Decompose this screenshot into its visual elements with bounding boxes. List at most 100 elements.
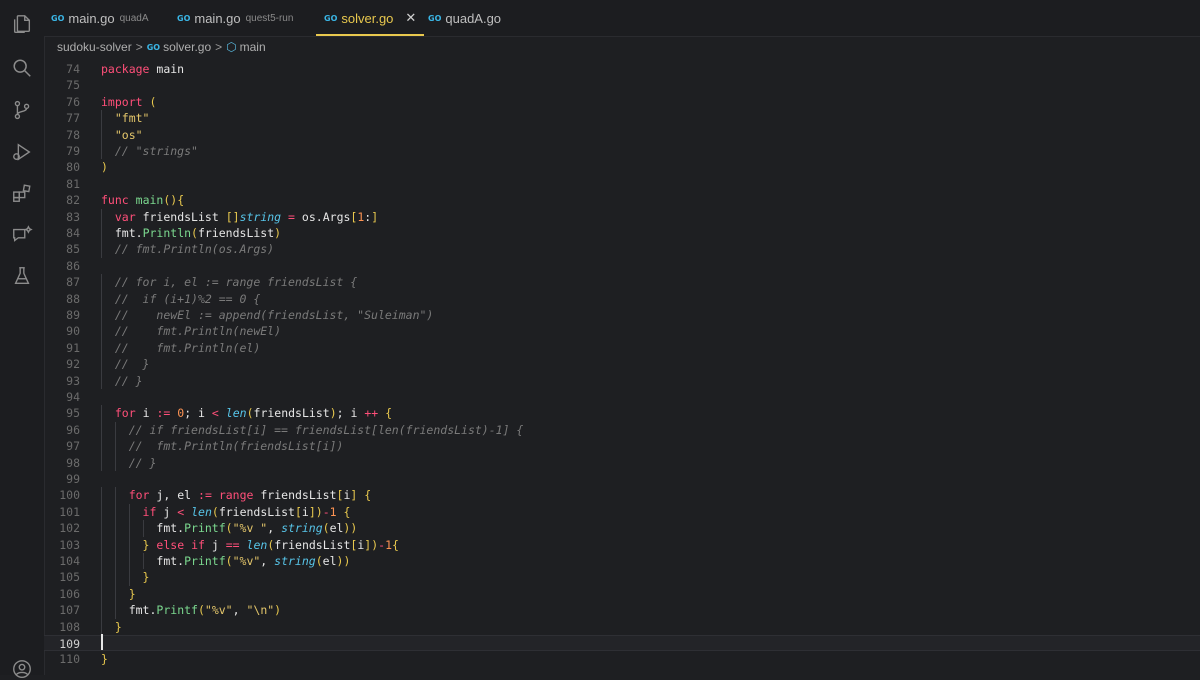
tab-label: main.go — [194, 10, 241, 26]
line-number: 75 — [66, 78, 80, 93]
code-text: if j < len(friendsList[i])-1 { — [142, 504, 351, 519]
code-line[interactable]: 79 // "strings" — [44, 143, 1200, 160]
line-number: 87 — [66, 275, 80, 290]
code-text: // } — [114, 357, 150, 372]
code-line[interactable]: 104 fmt.Printf("%v", string(el)) — [44, 553, 1200, 570]
code-line[interactable]: 87 // for i, el := range friendsList { — [44, 274, 1200, 291]
code-line[interactable]: 101 if j < len(friendsList[i])-1 { — [44, 503, 1200, 521]
code-line[interactable]: 105 } — [44, 569, 1200, 586]
breadcrumb-symbol[interactable]: main — [240, 40, 266, 54]
code-line[interactable]: 97 // fmt.Println(friendsList[i]) — [44, 438, 1200, 455]
tab-main-go-quest5-run[interactable]: GO main.go quest5-run — [177, 0, 293, 36]
line-number: 89 — [66, 308, 80, 322]
code-line[interactable]: 95 for i := 0; i < len(friendsList); i +… — [44, 405, 1200, 422]
tab-label: quadA.go — [445, 10, 502, 26]
code-text: // newEl := append(friendsList, "Suleima… — [114, 308, 434, 322]
code-line[interactable]: 74 package main — [44, 61, 1200, 77]
code-line[interactable]: 81 — [44, 176, 1200, 192]
tab-main-go-quada[interactable]: GO main.go quadA — [51, 0, 149, 36]
code-line[interactable]: 93 // } — [44, 372, 1200, 389]
code-line[interactable]: 84 fmt.Println(friendsList) — [44, 225, 1200, 242]
line-number: 81 — [66, 176, 80, 191]
code-line[interactable]: 88 // if (i+1)%2 == 0 { — [44, 290, 1200, 307]
line-number: 107 — [59, 603, 80, 618]
code-line[interactable]: 106 } — [44, 585, 1200, 603]
search-icon[interactable] — [11, 57, 33, 79]
files-icon[interactable] — [11, 13, 33, 35]
code-text: ) — [101, 160, 108, 175]
code-line[interactable]: 100 for j, el := range friendsList[i] { — [44, 487, 1200, 504]
code-line[interactable]: 109 — [44, 635, 1200, 652]
testing-icon[interactable] — [11, 265, 33, 287]
line-number: 100 — [59, 488, 80, 503]
code-line[interactable]: 89 // newEl := append(friendsList, "Sule… — [44, 307, 1200, 324]
tab-description: quest5-run — [245, 12, 294, 24]
code-line[interactable]: 103 } else if j == len(friendsList[i])-1… — [44, 536, 1200, 553]
run-debug-icon[interactable] — [11, 141, 33, 163]
code-line[interactable]: 76 import ( — [44, 94, 1200, 110]
code-text: // fmt.Println(el) — [114, 340, 261, 355]
line-number: 94 — [66, 390, 80, 404]
code-text: // if friendsList[i] == friendsList[len(… — [128, 422, 524, 437]
tab-quada-go[interactable]: GO quadA.go — [428, 0, 501, 36]
code-line[interactable]: 90 // fmt.Println(newEl) — [44, 323, 1200, 340]
go-file-icon: GO — [428, 13, 442, 23]
symbol-cube-icon: ⬡ — [226, 40, 237, 54]
go-file-icon: GO — [324, 13, 338, 23]
code-line[interactable]: 78 "os" — [44, 126, 1200, 143]
line-number: 98 — [66, 455, 80, 470]
line-number: 92 — [66, 357, 80, 372]
line-number: 102 — [59, 521, 80, 536]
source-control-icon[interactable] — [11, 99, 33, 121]
code-line[interactable]: 82 func main(){ — [44, 192, 1200, 208]
code-line[interactable]: 99 — [44, 471, 1200, 487]
code-line[interactable]: 92 // } — [44, 356, 1200, 373]
line-number: 88 — [66, 291, 80, 306]
code-line[interactable]: 85 // fmt.Println(os.Args) — [44, 241, 1200, 258]
code-text: // "strings" — [114, 144, 198, 158]
line-number: 106 — [59, 586, 80, 601]
code-line[interactable]: 91 // fmt.Println(el) — [44, 339, 1200, 357]
code-text: // fmt.Println(os.Args) — [114, 242, 275, 257]
code-line[interactable]: 98 // } — [44, 454, 1200, 471]
line-number: 104 — [59, 554, 80, 568]
code-line[interactable]: 108 } — [44, 618, 1200, 635]
code-text: fmt.Printf("%v", "\n") — [128, 603, 282, 618]
extensions-icon[interactable] — [11, 182, 33, 204]
line-number: 85 — [66, 242, 80, 257]
code-line[interactable]: 107 fmt.Printf("%v", "\n") — [44, 602, 1200, 619]
code-text: for i := 0; i < len(friendsList); i ++ { — [114, 406, 393, 421]
line-number: 109 — [59, 637, 80, 651]
code-line[interactable]: 96 // if friendsList[i] == friendsList[l… — [44, 421, 1200, 439]
code-line[interactable]: 75 — [44, 77, 1200, 93]
editor-tab-bar: GO main.go quadA GO main.go quest5-run G… — [44, 0, 1200, 37]
chevron-right-icon: > — [215, 40, 223, 54]
code-editor[interactable]: 74 package main 75 76 import (77 "fmt" 78 "os… — [44, 61, 1200, 675]
code-line[interactable]: 80) — [44, 159, 1200, 175]
go-file-icon: GO — [51, 13, 65, 23]
code-line[interactable]: 86 — [44, 258, 1200, 274]
code-line[interactable]: 110} — [44, 651, 1200, 667]
line-number: 105 — [59, 570, 80, 585]
line-number: 74 — [66, 62, 80, 76]
breadcrumb-folder[interactable]: sudoku-solver — [57, 40, 132, 54]
code-line[interactable]: 94 — [44, 389, 1200, 405]
code-line[interactable]: 77 "fmt" — [44, 110, 1200, 127]
code-line[interactable]: 102 fmt.Printf("%v ", string(el)) — [44, 520, 1200, 537]
breadcrumb: sudoku-solver > GO solver.go > ⬡ main — [57, 38, 266, 56]
code-line[interactable]: 83 var friendsList []string = os.Args[1:… — [44, 208, 1200, 225]
code-text: // } — [114, 373, 143, 388]
breadcrumb-file[interactable]: solver.go — [163, 40, 211, 54]
remote-chat-icon[interactable] — [11, 224, 33, 246]
code-text: fmt.Printf("%v ", string(el)) — [156, 521, 358, 536]
code-text: "fmt" — [114, 111, 150, 126]
code-text: import ( — [101, 94, 157, 109]
tab-label: main.go — [68, 10, 115, 26]
tab-solver-go[interactable]: GO solver.go ✕ — [316, 0, 425, 36]
tab-description: quadA — [119, 12, 149, 24]
account-icon[interactable] — [11, 658, 33, 680]
code-text: } — [114, 619, 122, 634]
line-number: 91 — [66, 340, 80, 355]
close-icon[interactable]: ✕ — [405, 10, 416, 26]
line-number: 97 — [66, 439, 80, 454]
